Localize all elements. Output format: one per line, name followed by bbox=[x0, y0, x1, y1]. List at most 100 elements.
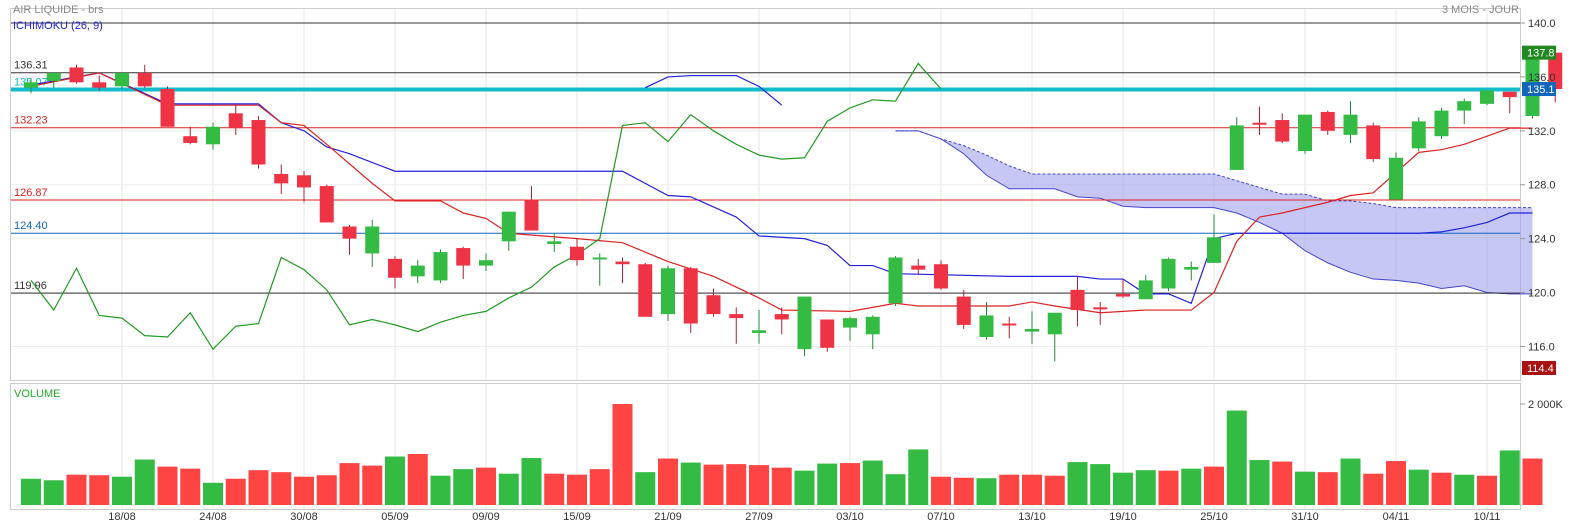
volume-bar bbox=[840, 463, 860, 505]
volume-bar bbox=[385, 456, 405, 505]
volume-bar bbox=[248, 470, 269, 505]
volume-bar bbox=[749, 465, 769, 505]
volume-bar bbox=[157, 466, 178, 505]
price-badge-label: 137.8 bbox=[1527, 48, 1555, 60]
x-tick-label: 24/08 bbox=[199, 511, 227, 523]
volume-bar bbox=[1408, 469, 1429, 505]
volume-bar bbox=[294, 476, 314, 505]
candle-body bbox=[1343, 114, 1358, 135]
x-tick-label: 05/09 bbox=[381, 511, 409, 523]
reference-line-label: 136.31 bbox=[14, 60, 48, 72]
y-tick-label: 120.0 bbox=[1528, 288, 1556, 300]
grid-layer bbox=[11, 9, 1520, 509]
volume-bar bbox=[498, 473, 519, 505]
volume-bar bbox=[703, 464, 724, 505]
chart-stage: 136.31135.07132.23126.87124.40119.96 18/… bbox=[0, 0, 1571, 527]
candle-body bbox=[1480, 90, 1494, 104]
volume-bar bbox=[1204, 466, 1224, 505]
volume-tick-label: 2 000K bbox=[1528, 399, 1564, 411]
volume-bar bbox=[112, 476, 132, 505]
candle-body bbox=[979, 315, 994, 338]
volume-title: VOLUME bbox=[14, 388, 60, 400]
candle-body bbox=[115, 72, 129, 87]
x-tick-label: 21/09 bbox=[654, 511, 682, 523]
candle-body bbox=[1138, 280, 1153, 300]
candle-body bbox=[479, 260, 493, 266]
candle-body bbox=[1229, 125, 1244, 170]
candle-body bbox=[228, 113, 243, 129]
candle-body bbox=[774, 314, 789, 320]
x-tick-label: 31/10 bbox=[1291, 511, 1319, 523]
candle-body bbox=[1002, 323, 1017, 326]
volume-bar bbox=[908, 449, 929, 505]
x-tick-label: 10/11 bbox=[1474, 511, 1501, 523]
candle-body bbox=[69, 67, 84, 83]
candle-body bbox=[137, 72, 152, 87]
candle-body bbox=[1070, 289, 1085, 311]
candle-body bbox=[206, 126, 220, 145]
volume-bar bbox=[1295, 471, 1315, 505]
volume-bar bbox=[1386, 461, 1406, 505]
reference-line-label: 132.23 bbox=[14, 115, 48, 127]
volume-bar bbox=[1158, 470, 1179, 505]
volume-bar bbox=[680, 462, 701, 505]
candle-body bbox=[297, 175, 311, 188]
candle-body bbox=[1252, 122, 1267, 125]
volume-bar bbox=[1317, 472, 1338, 505]
volume-bar bbox=[453, 469, 474, 505]
reference-lines: 136.31135.07132.23126.87124.40119.96 bbox=[11, 22, 1520, 294]
volume-bar bbox=[862, 460, 883, 505]
candle-body bbox=[865, 316, 880, 335]
candle-body bbox=[820, 319, 835, 348]
reference-line-label: 124.40 bbox=[14, 220, 48, 232]
candle-body bbox=[1411, 121, 1426, 149]
volume-bar bbox=[976, 478, 997, 505]
volume-bar bbox=[817, 463, 838, 505]
volume-bar bbox=[1135, 470, 1156, 505]
volume-bar bbox=[635, 472, 656, 505]
volume-bar bbox=[362, 465, 383, 505]
candle-body bbox=[1207, 237, 1221, 263]
volume-bar bbox=[407, 453, 428, 505]
candle-body bbox=[160, 89, 175, 127]
volume-bar bbox=[931, 476, 951, 505]
volume-bar bbox=[476, 467, 496, 505]
volume-bar bbox=[658, 458, 678, 505]
indicator-title: ICHIMOKU (26, 9) bbox=[13, 20, 103, 32]
candle-body bbox=[752, 330, 766, 333]
x-tick-label: 07/10 bbox=[927, 511, 955, 523]
volume-bar bbox=[1522, 458, 1543, 505]
volume-bars bbox=[21, 404, 1543, 505]
candle-body bbox=[1184, 266, 1199, 270]
volume-bar bbox=[430, 475, 451, 505]
x-tick-label: 09/09 bbox=[472, 511, 500, 523]
volume-bar bbox=[567, 474, 587, 505]
candle-body bbox=[456, 248, 471, 266]
y-tick-label: 128.0 bbox=[1528, 180, 1556, 192]
candle-body bbox=[251, 120, 266, 165]
x-tick-label: 27/09 bbox=[745, 511, 773, 523]
volume-bar bbox=[134, 459, 155, 505]
volume-bar bbox=[1226, 410, 1247, 505]
volume-bar bbox=[89, 475, 110, 505]
candle-body bbox=[365, 226, 380, 254]
price-badge-label: 135.1 bbox=[1527, 84, 1555, 96]
volume-bar bbox=[66, 474, 87, 505]
candle-body bbox=[501, 211, 516, 242]
volume-bar bbox=[1431, 472, 1452, 505]
volume-bar bbox=[1477, 475, 1497, 505]
candle-body bbox=[911, 265, 926, 270]
candle-body bbox=[1457, 101, 1472, 111]
volume-bar bbox=[203, 482, 223, 505]
volume-bar bbox=[271, 472, 292, 505]
volume-bar bbox=[225, 478, 246, 505]
candle-body bbox=[92, 82, 107, 88]
candle-body bbox=[706, 295, 721, 315]
y-tick-label: 140.0 bbox=[1528, 18, 1556, 30]
period-label: 3 MOIS - JOUR bbox=[1442, 4, 1519, 16]
candle-body bbox=[1047, 312, 1062, 335]
candle-body bbox=[183, 136, 198, 143]
candle-body bbox=[956, 296, 971, 325]
candle-body bbox=[615, 261, 630, 265]
volume-bar bbox=[21, 478, 41, 505]
